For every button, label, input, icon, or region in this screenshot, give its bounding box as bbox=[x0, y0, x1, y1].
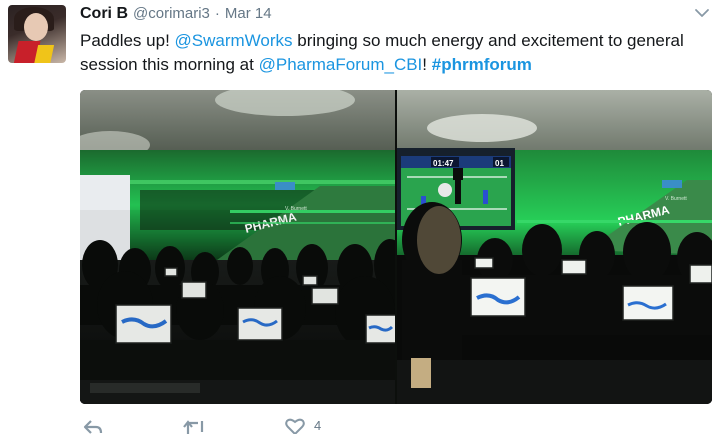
screen-score-text: 01 bbox=[495, 159, 504, 168]
tweet-timestamp[interactable]: Mar 14 bbox=[225, 5, 272, 22]
photo-left[interactable]: PHARMA V. Burnett bbox=[80, 90, 395, 404]
like-button[interactable]: 4 bbox=[285, 418, 321, 434]
photo-right[interactable]: 01:47 01 PHARMA V. Burnett bbox=[397, 90, 712, 404]
like-count: 4 bbox=[314, 418, 322, 433]
retweet-button[interactable] bbox=[183, 418, 207, 434]
mention-link[interactable]: @PharmaForum_CBI bbox=[259, 55, 423, 74]
tweet-text: Paddles up! @SwarmWorks bringing so much… bbox=[80, 29, 700, 77]
tweet-header: Cori B @corimari3 · Mar 14 bbox=[80, 5, 272, 25]
avatar[interactable] bbox=[8, 5, 66, 63]
like-icon bbox=[285, 418, 305, 434]
retweet-icon bbox=[183, 420, 204, 434]
caret-down-icon[interactable] bbox=[693, 7, 711, 19]
tweet-media: PHARMA V. Burnett 01:47 01 PHARMA V. Bur… bbox=[80, 90, 712, 404]
screen-timer-text: 01:47 bbox=[433, 159, 454, 168]
avatar-shirt-accent bbox=[33, 45, 55, 63]
reply-button[interactable] bbox=[83, 418, 103, 434]
reply-icon bbox=[83, 420, 103, 434]
hashtag-link[interactable]: #phrmforum bbox=[432, 55, 532, 74]
stage-sub-text: V. Burnett bbox=[665, 196, 687, 202]
author-handle[interactable]: @corimari3 bbox=[133, 5, 210, 22]
separator-dot: · bbox=[214, 5, 220, 22]
avatar-face bbox=[24, 13, 48, 41]
tweet-card[interactable]: Cori B @corimari3 · Mar 14 Paddles up! @… bbox=[0, 0, 721, 434]
tweet-text-part: ! bbox=[422, 55, 432, 74]
tweet-text-part: Paddles up! bbox=[80, 31, 175, 50]
mention-link[interactable]: @SwarmWorks bbox=[175, 31, 293, 50]
author-name[interactable]: Cori B bbox=[80, 5, 128, 23]
